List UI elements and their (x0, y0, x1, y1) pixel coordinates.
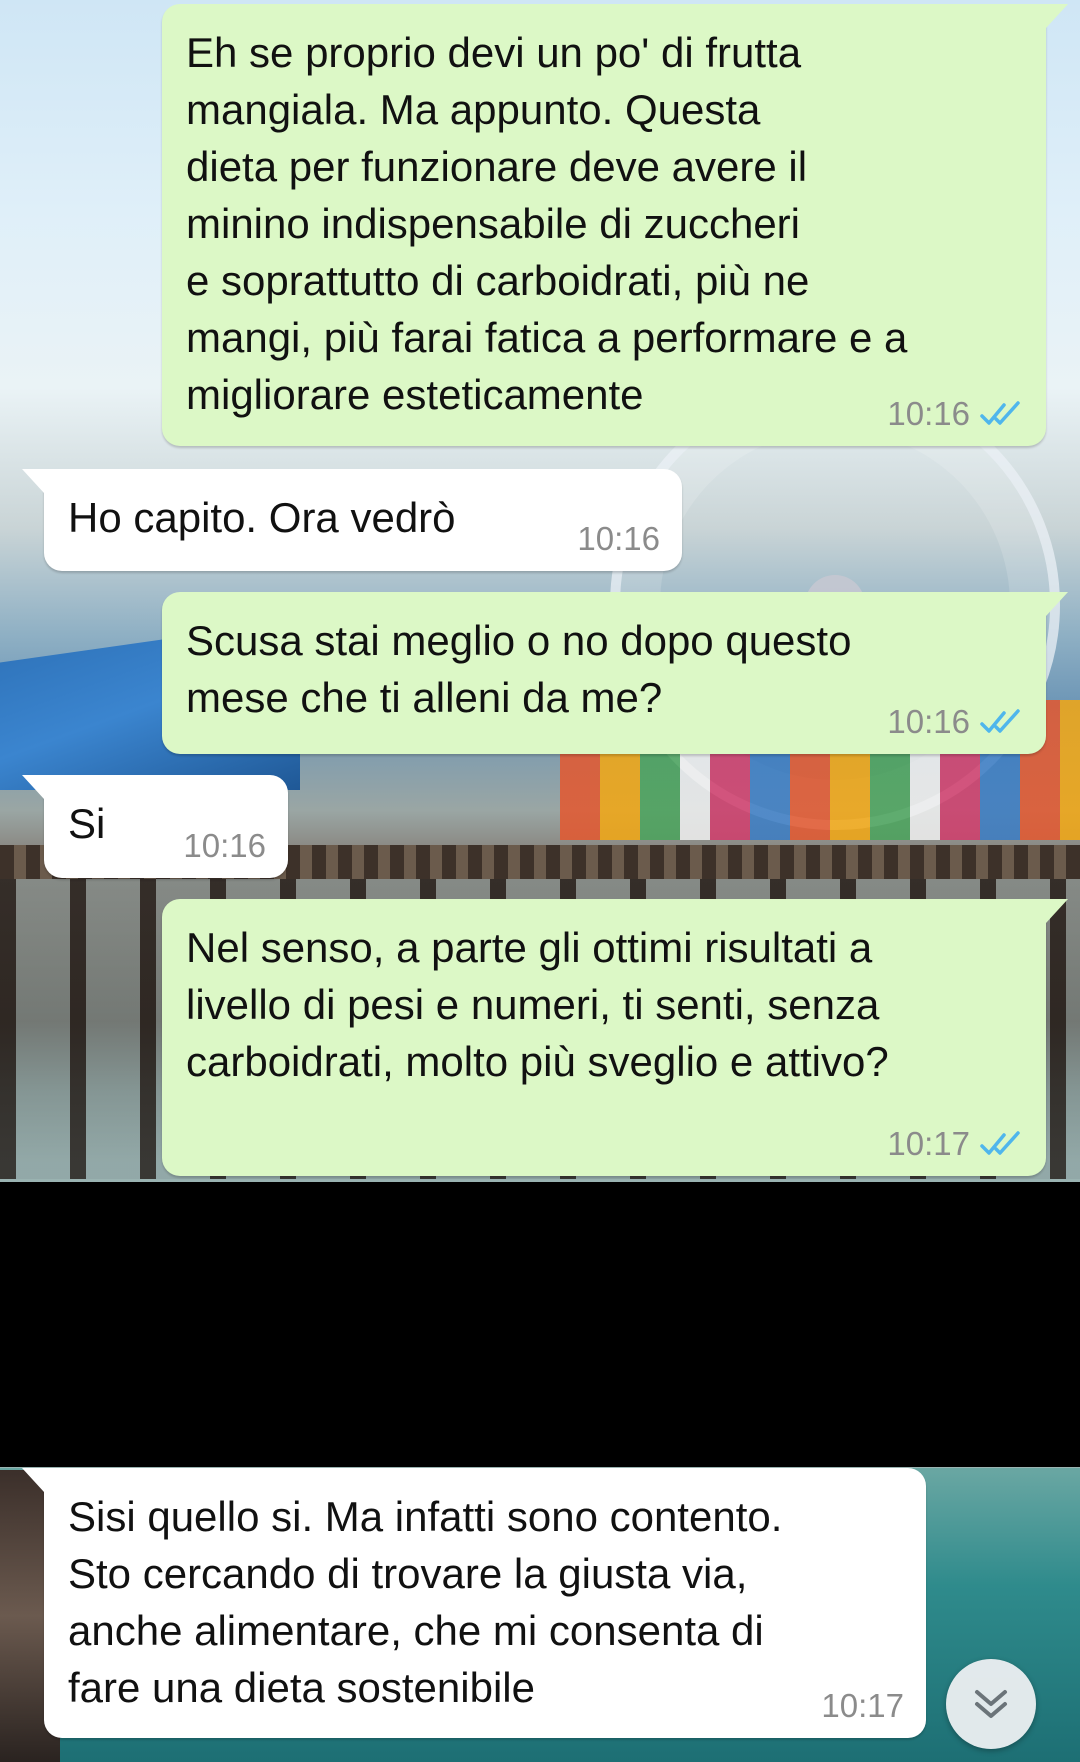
double-check-icon (980, 709, 1020, 733)
message-meta: 10:16 (183, 828, 266, 864)
double-check-icon (980, 1131, 1020, 1155)
message-meta: 10:16 (887, 396, 1024, 432)
message-bubble-outgoing[interactable]: Eh se proprio devi un po' di frutta mang… (162, 4, 1068, 446)
message-time: 10:16 (887, 703, 970, 740)
message-text: Eh se proprio devi un po' di frutta mang… (186, 29, 908, 418)
message-text: Nel senso, a parte gli ottimi risultati … (186, 924, 889, 1085)
message-bubble-incoming[interactable]: Ho capito. Ora vedrò 10:16 (22, 469, 682, 571)
message-time: 10:16 (887, 395, 970, 432)
message-meta: 10:17 (887, 1126, 1024, 1162)
message-text: Sisi quello si. Ma infatti sono contento… (68, 1493, 783, 1711)
redacted-area (0, 1182, 1080, 1467)
message-time: 10:16 (577, 520, 660, 557)
double-chevron-down-icon (975, 1690, 1007, 1718)
message-bubble-incoming[interactable]: Si 10:16 (22, 775, 288, 878)
message-time: 10:17 (887, 1125, 970, 1162)
message-meta: 10:17 (821, 1688, 904, 1724)
message-bubble-outgoing[interactable]: Nel senso, a parte gli ottimi risultati … (162, 899, 1068, 1176)
message-time: 10:16 (183, 827, 266, 864)
message-meta: 10:16 (887, 704, 1024, 740)
message-time: 10:17 (821, 1687, 904, 1724)
message-text: Ho capito. Ora vedrò (68, 494, 456, 541)
double-check-icon (980, 401, 1020, 425)
message-bubble-incoming[interactable]: Sisi quello si. Ma infatti sono contento… (22, 1468, 926, 1738)
message-bubble-outgoing[interactable]: Scusa stai meglio o no dopo questo mese … (162, 592, 1068, 754)
scroll-to-bottom-button[interactable] (946, 1659, 1036, 1749)
message-meta: 10:16 (577, 521, 660, 557)
